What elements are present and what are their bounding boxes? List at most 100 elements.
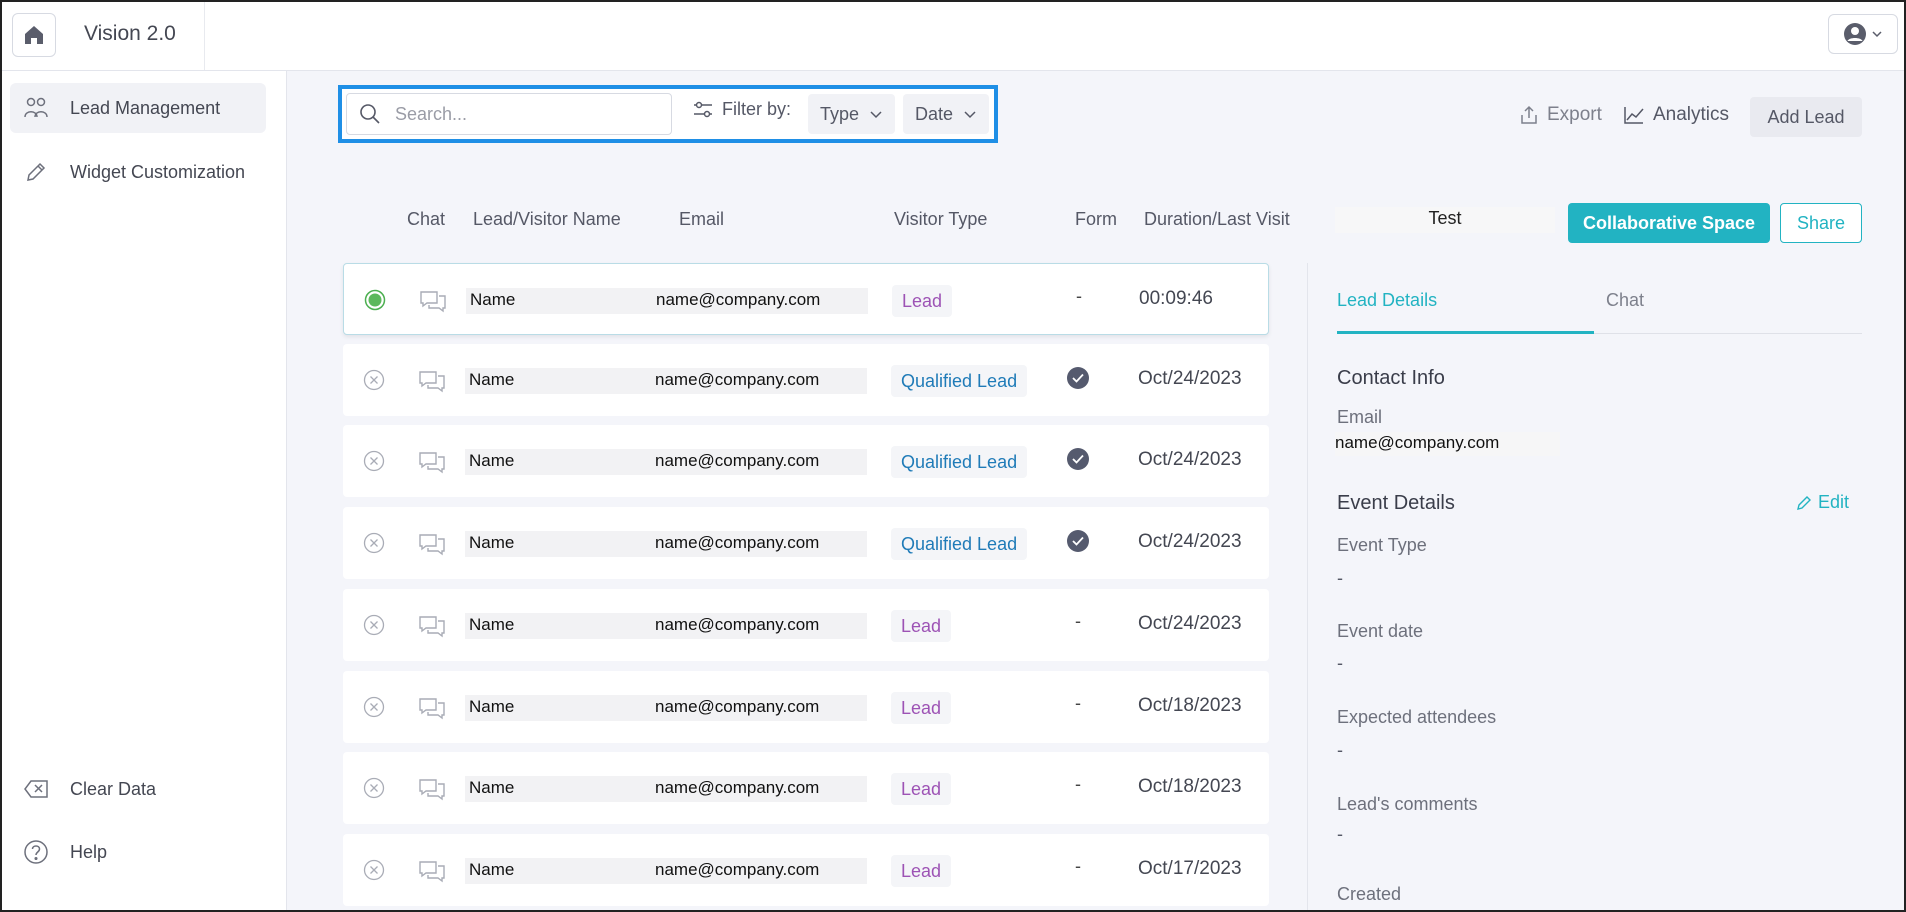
- email-value: name@company.com: [1335, 432, 1560, 456]
- name-email-cell: Name name@company.com: [465, 531, 867, 557]
- search-box: [346, 93, 672, 135]
- sidebar-item-label: Help: [70, 841, 108, 862]
- lead-name: Name: [469, 778, 515, 797]
- filter-date-dropdown[interactable]: Date: [903, 94, 990, 134]
- visitor-type-badge: Lead: [891, 610, 952, 642]
- chat-icon[interactable]: [418, 615, 446, 644]
- table-row[interactable]: Name name@company.com Qualified Lead Oct/24…: [343, 344, 1269, 416]
- chevron-down-icon: [1872, 31, 1882, 38]
- header-email: Email: [679, 209, 725, 229]
- table-row[interactable]: Name name@company.com Qualified Lead Oct/24…: [343, 507, 1269, 579]
- form-value: -: [1076, 286, 1082, 306]
- lead-email: name@company.com: [655, 860, 820, 879]
- lead-name: Name: [469, 451, 515, 470]
- header-duration: Duration/Last Visit: [1144, 209, 1290, 229]
- offline-status-icon: [363, 777, 385, 799]
- visitor-type-badge: Qualified Lead: [891, 446, 1028, 478]
- form-value: -: [1075, 774, 1081, 794]
- export-button[interactable]: Export: [1519, 104, 1602, 126]
- analytics-label: Analytics: [1653, 104, 1730, 125]
- export-label: Export: [1547, 104, 1602, 125]
- visitor-type-badge: Lead: [891, 855, 952, 887]
- table-row[interactable]: Name name@company.com Lead - Oct/24/2023: [343, 589, 1269, 661]
- edit-button[interactable]: Edit: [1796, 492, 1849, 513]
- tab-lead-details[interactable]: Lead Details: [1337, 290, 1437, 311]
- title-divider: [204, 0, 205, 70]
- header-form: Form: [1075, 209, 1117, 229]
- filter-type-label: Type: [820, 103, 860, 124]
- sidebar-item-clear-data[interactable]: Clear Data: [10, 764, 266, 814]
- online-status-icon: [364, 289, 386, 311]
- chat-icon[interactable]: [419, 290, 447, 319]
- home-button[interactable]: [12, 13, 56, 57]
- filter-label: Filter by:: [692, 99, 791, 120]
- offline-status-icon: [363, 696, 385, 718]
- chat-icon[interactable]: [418, 370, 446, 399]
- pencil-icon: [22, 158, 50, 186]
- event-date-value: -: [1337, 653, 1343, 673]
- name-email-cell: Name name@company.com: [465, 613, 867, 639]
- name-email-cell: Name name@company.com: [465, 776, 867, 802]
- tab-chat[interactable]: Chat: [1606, 290, 1644, 311]
- lead-name: Name: [469, 370, 515, 389]
- table-row[interactable]: Name name@company.com Qualified Lead Oct/24…: [343, 425, 1269, 497]
- help-icon: [22, 838, 50, 866]
- form-value: -: [1075, 856, 1081, 876]
- table-row[interactable]: Name name@company.com Lead - Oct/18/2023: [343, 752, 1269, 824]
- chat-icon[interactable]: [418, 533, 446, 562]
- chat-icon[interactable]: [418, 697, 446, 726]
- header-name: Lead/Visitor Name: [473, 209, 621, 229]
- last-visit: Oct/18/2023: [1138, 776, 1242, 797]
- offline-status-icon: [363, 369, 385, 391]
- table-row[interactable]: Name name@company.com Lead - 00:09:46: [343, 263, 1269, 335]
- form-submitted-icon: [1066, 529, 1090, 558]
- name-email-cell: Name name@company.com: [465, 695, 867, 721]
- lead-email: name@company.com: [655, 615, 820, 634]
- leads-comments-value: -: [1337, 824, 1343, 844]
- filter-type-dropdown[interactable]: Type: [808, 94, 896, 134]
- app-title: Vision 2.0: [84, 22, 176, 45]
- lead-email: name@company.com: [655, 533, 820, 552]
- active-tab-underline: [1337, 331, 1594, 334]
- table-row[interactable]: Name name@company.com Lead - Oct/17/2023: [343, 834, 1269, 906]
- analytics-icon: [1624, 107, 1644, 124]
- filter-date-label: Date: [915, 103, 954, 124]
- lead-email: name@company.com: [655, 697, 820, 716]
- search-icon: [360, 104, 380, 124]
- add-lead-button[interactable]: Add Lead: [1750, 97, 1862, 137]
- header-chat: Chat: [407, 209, 446, 229]
- visitor-type-badge: Qualified Lead: [891, 365, 1028, 397]
- form-value: -: [1075, 693, 1081, 713]
- edit-label: Edit: [1818, 492, 1850, 512]
- analytics-button[interactable]: Analytics: [1623, 104, 1729, 126]
- share-button[interactable]: Share: [1780, 203, 1862, 243]
- chat-icon[interactable]: [418, 451, 446, 480]
- sidebar-item-help[interactable]: Help: [10, 827, 266, 877]
- sliders-icon: [694, 101, 712, 117]
- search-input[interactable]: [395, 103, 645, 125]
- header-visitor-type: Visitor Type: [894, 209, 988, 229]
- lead-email: name@company.com: [655, 778, 820, 797]
- table-row[interactable]: Name name@company.com Lead - Oct/18/2023: [343, 671, 1269, 743]
- last-visit: Oct/24/2023: [1138, 368, 1242, 389]
- expected-attendees-value: -: [1337, 740, 1343, 760]
- chat-icon[interactable]: [418, 778, 446, 807]
- visitor-type-badge: Lead: [891, 692, 952, 724]
- test-label[interactable]: Test: [1335, 207, 1555, 233]
- backspace-icon: [22, 775, 50, 803]
- lead-email: name@company.com: [655, 370, 820, 389]
- sidebar-item-label: Lead Management: [70, 97, 221, 118]
- offline-status-icon: [363, 859, 385, 881]
- last-visit: Oct/18/2023: [1138, 695, 1242, 716]
- lead-name: Name: [470, 290, 516, 309]
- last-visit: Oct/24/2023: [1138, 613, 1242, 634]
- sidebar-item-lead-management[interactable]: Lead Management: [10, 83, 266, 133]
- last-visit: 00:09:46: [1139, 288, 1213, 309]
- lead-name: Name: [469, 860, 515, 879]
- user-menu-button[interactable]: [1828, 14, 1898, 54]
- sidebar-item-widget-customization[interactable]: Widget Customization: [10, 147, 266, 197]
- chat-icon[interactable]: [418, 860, 446, 889]
- collaborative-space-button[interactable]: Collaborative Space: [1568, 203, 1770, 243]
- form-value: -: [1075, 611, 1081, 631]
- form-submitted-icon: [1066, 447, 1090, 476]
